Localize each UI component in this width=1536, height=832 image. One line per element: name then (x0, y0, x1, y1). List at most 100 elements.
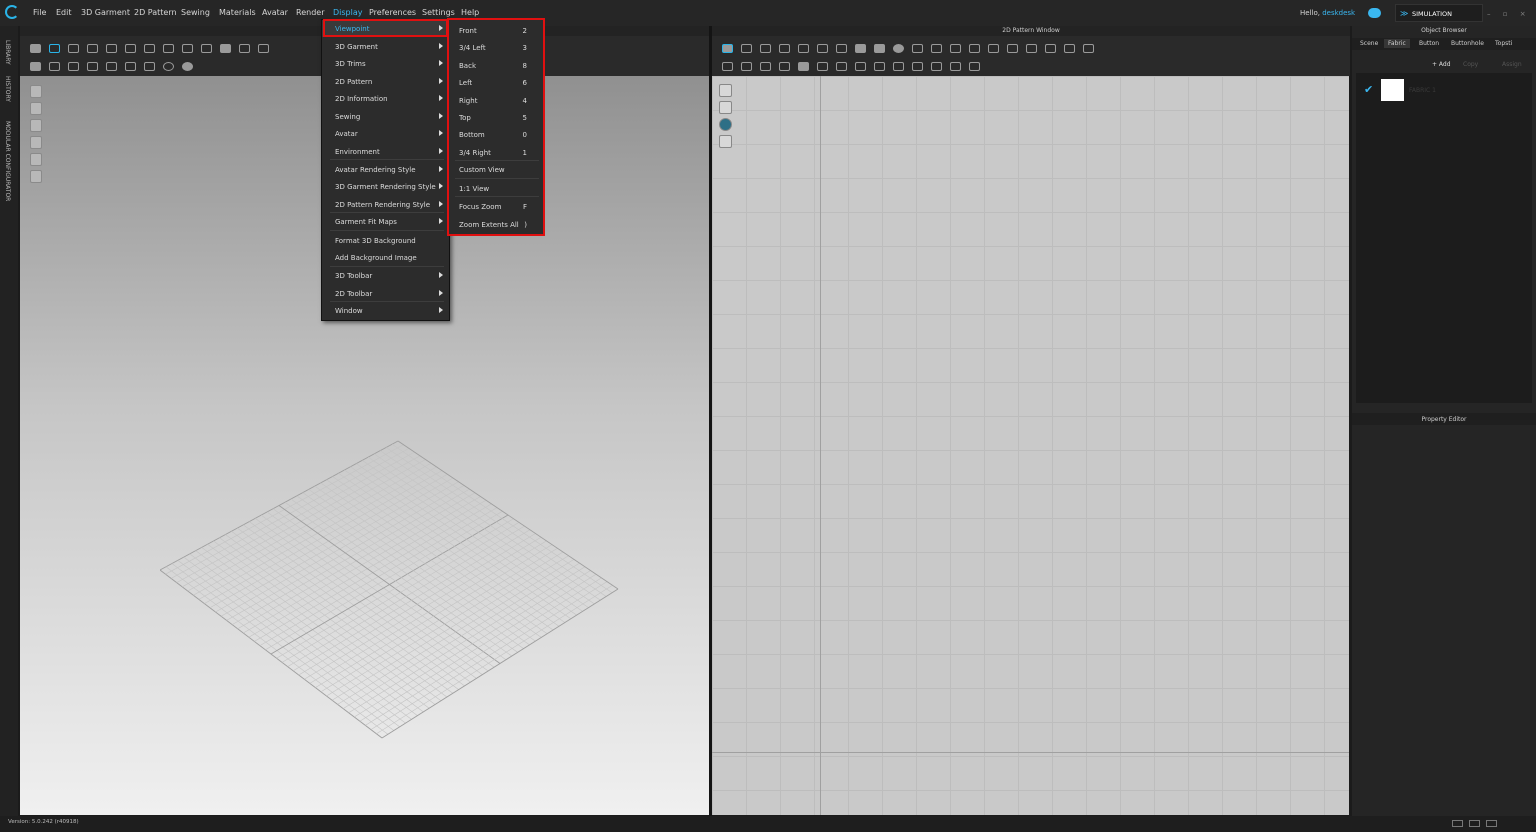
pleat-icon[interactable] (1005, 42, 1019, 53)
tape-icon[interactable] (237, 42, 251, 53)
viewpoint-bottom[interactable]: Bottom 0 (449, 126, 543, 143)
shirt-icon[interactable] (199, 42, 213, 53)
select-box-icon[interactable] (66, 42, 80, 53)
menu-edit[interactable]: Edit (56, 8, 72, 17)
view-skeleton-icon[interactable] (30, 119, 42, 132)
assign-button[interactable]: Assign (1502, 61, 1522, 68)
viewpoint-focus-zoom[interactable]: Focus Zoom F (449, 198, 543, 215)
tab-history[interactable]: HISTORY (4, 76, 11, 102)
dart-icon[interactable] (967, 42, 981, 53)
fabric-name[interactable]: FABRIC 1 (1409, 87, 1436, 94)
display-item-avatar[interactable]: Avatar (322, 125, 449, 142)
curve-point-icon[interactable] (777, 42, 791, 53)
view-strain-icon[interactable] (30, 153, 42, 166)
tab-library[interactable]: LIBRARY (4, 40, 11, 65)
select-mesh-icon[interactable] (28, 42, 42, 53)
edit-sewing-icon[interactable] (834, 42, 848, 53)
fold-icon[interactable] (161, 42, 175, 53)
circle-icon[interactable] (891, 42, 905, 53)
view-avatar-icon[interactable] (30, 85, 42, 98)
window-controls[interactable]: – ▫ × (1487, 10, 1531, 18)
trace-icon[interactable] (986, 42, 1000, 53)
2d-view-info-icon[interactable] (719, 118, 732, 131)
texture-2d-icon[interactable] (796, 60, 810, 71)
menu-file[interactable]: File (33, 8, 46, 17)
fabric-icon[interactable] (85, 60, 99, 71)
annotation-icon[interactable] (1081, 42, 1095, 53)
add-button[interactable]: + Add (1432, 61, 1451, 68)
buttonhole-2d-icon[interactable] (853, 60, 867, 71)
zipper-2d-icon[interactable] (872, 60, 886, 71)
display-item-3d-trims[interactable]: 3D Trims (322, 55, 449, 72)
edit-point-icon[interactable] (739, 42, 753, 53)
transform-icon[interactable] (47, 42, 61, 53)
layout-split-icon[interactable] (1469, 820, 1480, 827)
layout-triple-icon[interactable] (1486, 820, 1497, 827)
fabric-swatch[interactable] (1381, 79, 1404, 101)
viewpoint-custom-view[interactable]: Custom View (449, 161, 543, 178)
measure-2d-icon[interactable] (967, 60, 981, 71)
text-icon[interactable] (1043, 42, 1057, 53)
seam-icon[interactable] (123, 42, 137, 53)
display-item-format-3d-background[interactable]: Format 3D Background (322, 232, 449, 249)
username[interactable]: deskdesk (1322, 9, 1355, 17)
zipper-icon[interactable] (161, 60, 175, 71)
display-item-avatar-rendering-style[interactable]: Avatar Rendering Style (322, 161, 449, 178)
menu-3d-garment[interactable]: 3D Garment (81, 8, 130, 17)
edit-curve-icon[interactable] (758, 42, 772, 53)
style-line-icon[interactable] (256, 42, 270, 53)
piping-icon[interactable] (910, 60, 924, 71)
free-sewing-icon[interactable] (739, 60, 753, 71)
menu-display[interactable]: Display (333, 8, 363, 17)
brush-icon[interactable] (66, 60, 80, 71)
display-item-2d-pattern[interactable]: 2D Pattern (322, 73, 449, 90)
segment-sewing-icon[interactable] (720, 60, 734, 71)
viewpoint-1-1-view[interactable]: 1:1 View (449, 180, 543, 197)
pin-icon[interactable] (104, 42, 118, 53)
buttonhole-icon[interactable] (142, 60, 156, 71)
internal-rectangle-icon[interactable] (929, 42, 943, 53)
internal-polygon-icon[interactable] (910, 42, 924, 53)
display-item-garment-fit-maps[interactable]: Garment Fit Maps (322, 213, 449, 230)
avatar-icon[interactable] (28, 60, 42, 71)
display-item-window[interactable]: Window (322, 302, 449, 319)
garment-icon[interactable] (218, 42, 232, 53)
display-item-2d-toolbar[interactable]: 2D Toolbar (322, 285, 449, 302)
menu-2d-pattern[interactable]: 2D Pattern (134, 8, 177, 17)
menu-sewing[interactable]: Sewing (181, 8, 210, 17)
display-item-2d-pattern-rendering-style[interactable]: 2D Pattern Rendering Style (322, 196, 449, 213)
display-item-add-background-image[interactable]: Add Background Image (322, 249, 449, 266)
elastic-icon[interactable] (929, 60, 943, 71)
pen-icon[interactable] (180, 42, 194, 53)
view-head-icon[interactable] (30, 170, 42, 183)
text-size-icon[interactable] (1062, 42, 1076, 53)
menu-render[interactable]: Render (296, 8, 324, 17)
tack-icon[interactable] (142, 42, 156, 53)
tab-buttonhole[interactable]: Buttonhole (1447, 39, 1488, 48)
viewpoint-left[interactable]: Left 6 (449, 74, 543, 91)
viewpoint-3-4-left[interactable]: 3/4 Left 3 (449, 39, 543, 56)
add-point-icon[interactable] (796, 42, 810, 53)
view-texture-icon[interactable] (30, 136, 42, 149)
fold-pattern-icon[interactable] (1024, 42, 1038, 53)
multi-sewing-icon[interactable] (758, 60, 772, 71)
viewpoint-back[interactable]: Back 8 (449, 57, 543, 74)
polygon-icon[interactable] (853, 42, 867, 53)
cloud-icon[interactable] (1368, 8, 1381, 18)
2d-view-layer-icon[interactable] (719, 135, 732, 148)
edit-pattern-icon[interactable] (720, 42, 734, 53)
graphic-icon[interactable] (815, 60, 829, 71)
viewpoint-top[interactable]: Top 5 (449, 109, 543, 126)
2d-view-pattern-icon[interactable] (719, 84, 732, 97)
menu-settings[interactable]: Settings (422, 8, 455, 17)
viewpoint-zoom-extents-all[interactable]: Zoom Extents All) (449, 216, 543, 233)
display-item-2d-information[interactable]: 2D Information (322, 90, 449, 107)
2d-view-fabric-icon[interactable] (719, 101, 732, 114)
menu-help[interactable]: Help (461, 8, 479, 17)
check-sewing-icon[interactable] (777, 60, 791, 71)
2d-viewport[interactable] (712, 76, 1349, 815)
texture-icon[interactable] (104, 60, 118, 71)
display-item-3d-toolbar[interactable]: 3D Toolbar (322, 267, 449, 284)
tab-topstitch[interactable]: Topsti (1491, 39, 1516, 48)
measure-icon[interactable] (47, 60, 61, 71)
